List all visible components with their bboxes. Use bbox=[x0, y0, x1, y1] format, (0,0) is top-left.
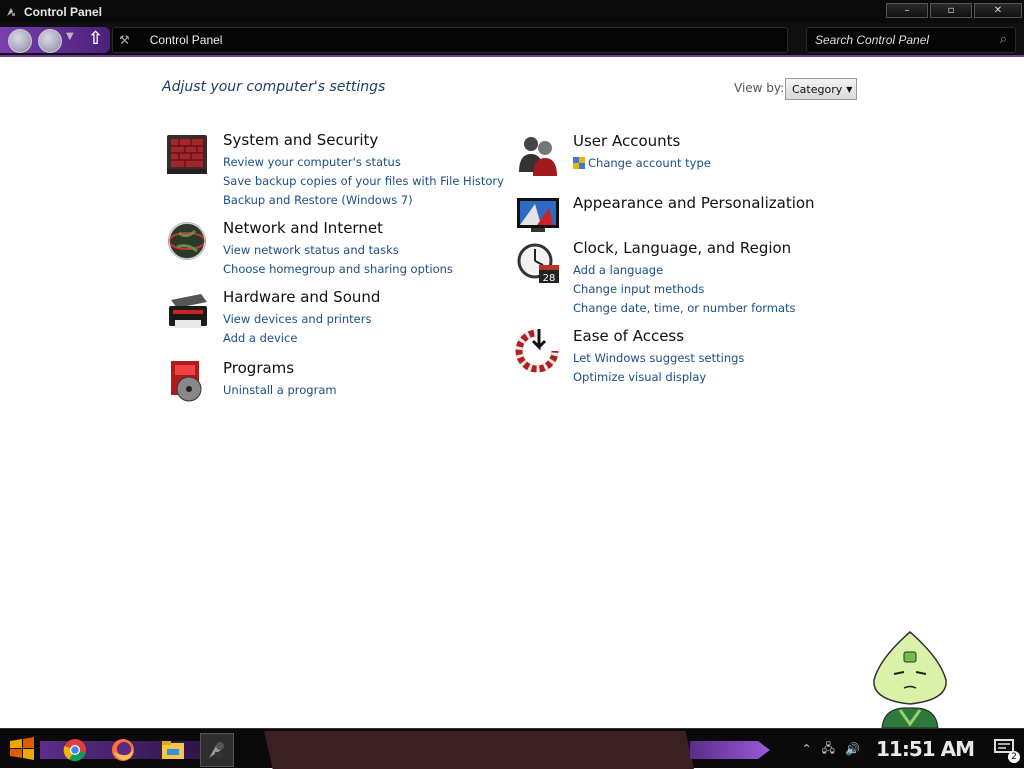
taskbar-firefox[interactable] bbox=[106, 733, 140, 767]
view-by-dropdown[interactable]: Category ▼ bbox=[785, 78, 857, 100]
control-panel-icon bbox=[4, 5, 18, 19]
taskbar-decoration-arrow bbox=[690, 741, 770, 759]
link-homegroup[interactable]: Choose homegroup and sharing options bbox=[223, 260, 453, 279]
start-button[interactable] bbox=[4, 735, 40, 763]
link-add-language[interactable]: Add a language bbox=[573, 261, 796, 280]
notification-count: 2 bbox=[1008, 751, 1020, 763]
link-label: Change account type bbox=[588, 156, 711, 170]
action-center-button[interactable]: 2 bbox=[994, 739, 1020, 763]
view-by-value: Category bbox=[792, 82, 843, 96]
link-file-history[interactable]: Save backup copies of your files with Fi… bbox=[223, 172, 504, 191]
clock-calendar-icon[interactable]: 28 bbox=[515, 239, 563, 287]
category-title[interactable]: Programs bbox=[223, 359, 294, 377]
system-tray: ⌃ 🖧 🔊 11:51 AM 2 bbox=[802, 729, 1024, 769]
link-suggest-settings[interactable]: Let Windows suggest settings bbox=[573, 349, 744, 368]
chrome-icon bbox=[63, 739, 86, 762]
users-icon[interactable] bbox=[515, 132, 563, 180]
taskbar-chrome[interactable] bbox=[58, 733, 92, 767]
minimize-button[interactable]: – bbox=[886, 3, 928, 18]
calendar-date: 28 bbox=[543, 273, 556, 284]
uac-shield-icon bbox=[573, 156, 585, 169]
taskbar-control-panel[interactable] bbox=[200, 733, 234, 767]
character-sticker bbox=[862, 628, 958, 729]
link-optimize-display[interactable]: Optimize visual display bbox=[573, 368, 744, 387]
up-arrow-icon[interactable]: ⇧ bbox=[88, 28, 103, 49]
maximize-button[interactable]: ▫ bbox=[930, 3, 972, 18]
programs-disc-icon[interactable] bbox=[165, 359, 213, 407]
title-bar: Control Panel – ▫ ✕ bbox=[0, 0, 1024, 23]
globe-network-icon[interactable] bbox=[165, 219, 213, 267]
category-title[interactable]: Hardware and Sound bbox=[223, 288, 380, 306]
recent-pages-dropdown-icon[interactable]: ▼ bbox=[66, 31, 74, 42]
category-title[interactable]: Appearance and Personalization bbox=[573, 194, 815, 212]
link-backup-restore[interactable]: Backup and Restore (Windows 7) bbox=[223, 191, 504, 210]
network-icon[interactable]: 🖧 bbox=[822, 739, 835, 760]
volume-icon[interactable]: 🔊 bbox=[845, 742, 860, 756]
control-panel-icon: ⚒ bbox=[119, 33, 130, 47]
chevron-down-icon: ▼ bbox=[846, 84, 853, 94]
taskbar-file-explorer[interactable] bbox=[156, 733, 190, 767]
link-add-device[interactable]: Add a device bbox=[223, 329, 371, 348]
category-title[interactable]: System and Security bbox=[223, 131, 378, 149]
view-by-label: View by: bbox=[734, 81, 785, 95]
control-panel-icon bbox=[209, 742, 224, 758]
navigation-bar: ▼ ⇧ ⚒ Control Panel Search Control Panel… bbox=[0, 23, 1024, 57]
page-title: Adjust your computer's settings bbox=[162, 79, 386, 95]
search-input[interactable]: Search Control Panel ⌕ bbox=[806, 27, 1016, 53]
taskbar-decoration-panel bbox=[264, 731, 694, 769]
file-explorer-icon bbox=[162, 741, 184, 759]
taskbar: ⌃ 🖧 🔊 11:51 AM 2 bbox=[0, 728, 1024, 769]
link-input-methods[interactable]: Change input methods bbox=[573, 280, 796, 299]
search-placeholder: Search Control Panel bbox=[815, 33, 930, 47]
forward-button[interactable] bbox=[38, 29, 62, 53]
window-title: Control Panel bbox=[24, 4, 103, 19]
link-uninstall-program[interactable]: Uninstall a program bbox=[223, 381, 337, 400]
category-title[interactable]: Clock, Language, and Region bbox=[573, 239, 791, 257]
firewall-icon[interactable] bbox=[165, 131, 213, 179]
link-change-account-type[interactable]: Change account type bbox=[573, 154, 711, 173]
category-title[interactable]: Ease of Access bbox=[573, 327, 684, 345]
back-button[interactable] bbox=[8, 29, 32, 53]
search-icon[interactable]: ⌕ bbox=[1000, 32, 1007, 47]
link-network-status[interactable]: View network status and tasks bbox=[223, 241, 453, 260]
printer-icon[interactable] bbox=[165, 288, 213, 336]
link-date-formats[interactable]: Change date, time, or number formats bbox=[573, 299, 796, 318]
display-icon[interactable] bbox=[515, 194, 563, 242]
clock[interactable]: 11:51 AM bbox=[876, 737, 975, 761]
category-title[interactable]: User Accounts bbox=[573, 132, 680, 150]
link-review-status[interactable]: Review your computer's status bbox=[223, 153, 504, 172]
firefox-icon bbox=[112, 739, 134, 761]
start-icon bbox=[10, 737, 34, 760]
breadcrumb[interactable]: Control Panel bbox=[150, 33, 223, 47]
address-bar[interactable]: ⚒ Control Panel bbox=[112, 27, 788, 53]
link-devices-printers[interactable]: View devices and printers bbox=[223, 310, 371, 329]
close-button[interactable]: ✕ bbox=[974, 3, 1022, 18]
ease-of-access-icon[interactable] bbox=[515, 327, 563, 375]
show-hidden-icons-icon[interactable]: ⌃ bbox=[802, 742, 812, 756]
category-title[interactable]: Network and Internet bbox=[223, 219, 383, 237]
